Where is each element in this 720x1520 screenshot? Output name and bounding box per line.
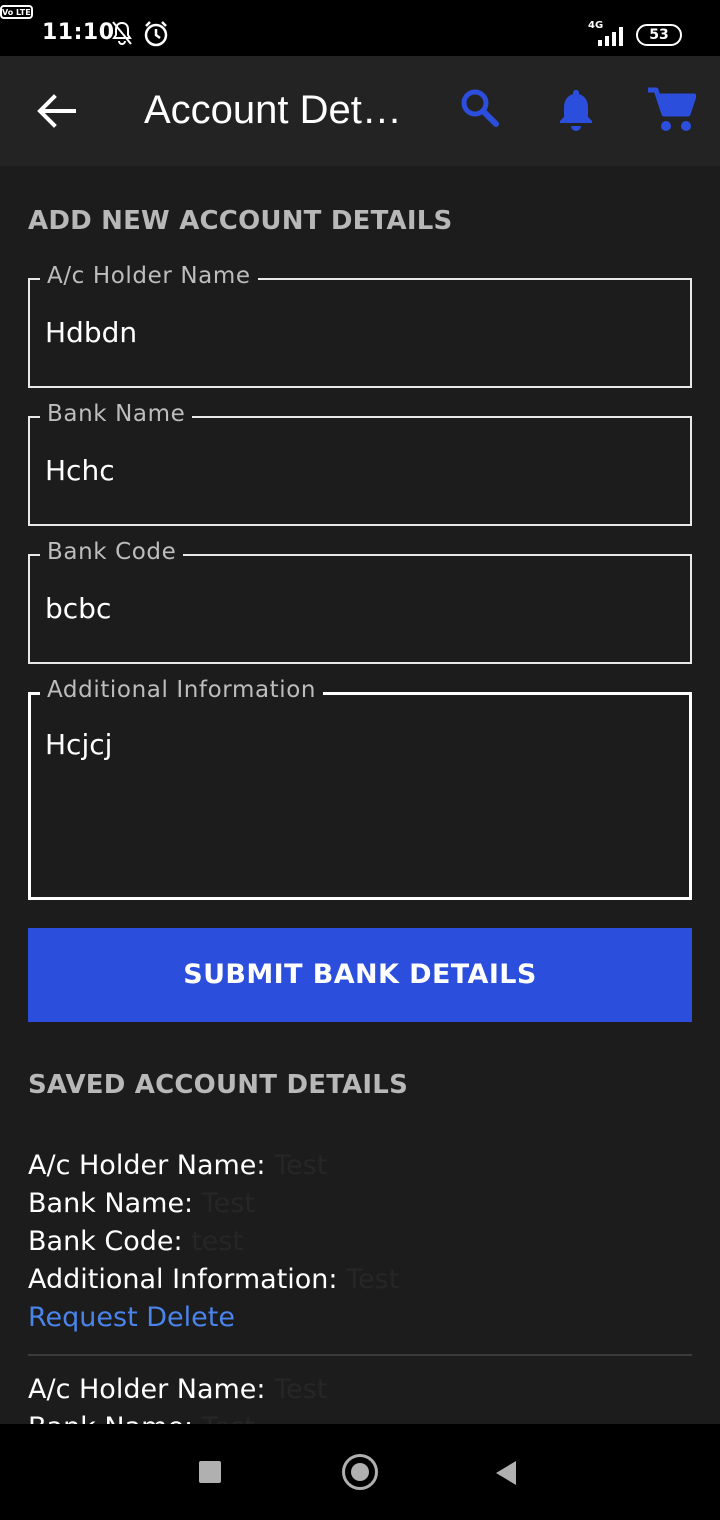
search-button[interactable] bbox=[458, 86, 502, 134]
back-triangle-icon[interactable] bbox=[494, 1459, 518, 1491]
saved-divider bbox=[28, 1354, 692, 1356]
status-bar: 11:10 Vo LTE 4G 53 bbox=[0, 0, 720, 56]
bank-code-value: bcbc bbox=[45, 592, 112, 625]
submit-bank-details-button[interactable]: SUBMIT BANK DETAILS bbox=[28, 928, 692, 1022]
cart-button[interactable] bbox=[646, 86, 697, 138]
saved-holder-label: A/c Holder Name: bbox=[28, 1150, 266, 1181]
saved-bank-line: Bank Name: Test bbox=[28, 1188, 255, 1219]
saved-code-line: Bank Code: test bbox=[28, 1226, 243, 1257]
saved-info-label: Additional Information: bbox=[28, 1264, 338, 1295]
saved-bank-label: Bank Name: bbox=[28, 1412, 193, 1424]
holder-name-label: A/c Holder Name bbox=[40, 263, 258, 289]
account-details-content: ADD NEW ACCOUNT DETAILS A/c Holder Name … bbox=[0, 166, 720, 1424]
volte-badge: Vo LTE bbox=[0, 5, 33, 19]
signal-icon bbox=[596, 26, 628, 50]
saved-code-value: test bbox=[191, 1226, 244, 1257]
saved-account-section-title: SAVED ACCOUNT DETAILS bbox=[28, 1070, 408, 1100]
bank-code-field[interactable]: Bank Code bcbc bbox=[28, 539, 692, 664]
page-title: Account Details bbox=[144, 88, 419, 132]
saved-bank-line: Bank Name: Test bbox=[28, 1412, 255, 1424]
saved-bank-label: Bank Name: bbox=[28, 1188, 194, 1219]
holder-name-field[interactable]: A/c Holder Name Hdbdn bbox=[28, 263, 692, 388]
saved-bank-value: Test bbox=[201, 1188, 255, 1219]
alarm-icon bbox=[143, 20, 169, 52]
search-icon bbox=[461, 89, 499, 127]
saved-info-line: Additional Information: Test bbox=[28, 1264, 399, 1295]
add-account-section-title: ADD NEW ACCOUNT DETAILS bbox=[28, 206, 453, 236]
bell-icon bbox=[560, 90, 592, 131]
cart-icon bbox=[648, 87, 697, 131]
additional-info-value: Hcjcj bbox=[45, 728, 113, 761]
system-nav-bar bbox=[0, 1424, 720, 1520]
saved-info-value: Test bbox=[346, 1264, 400, 1295]
saved-holder-label: A/c Holder Name: bbox=[28, 1374, 266, 1405]
holder-name-value: Hdbdn bbox=[45, 316, 138, 349]
recents-square-icon[interactable] bbox=[199, 1461, 221, 1483]
saved-bank-value: Test bbox=[202, 1412, 255, 1424]
bank-code-label: Bank Code bbox=[40, 539, 184, 565]
bank-name-field[interactable]: Bank Name Hchc bbox=[28, 401, 692, 526]
bell-off-icon bbox=[110, 20, 134, 50]
back-arrow-icon bbox=[37, 94, 76, 128]
additional-info-label: Additional Information bbox=[40, 677, 324, 703]
saved-holder-value: Test bbox=[274, 1374, 328, 1405]
status-time: 11:10 bbox=[42, 20, 115, 45]
saved-holder-line: A/c Holder Name: Test bbox=[28, 1150, 327, 1181]
app-bar: Account Details bbox=[0, 56, 720, 166]
notifications-button[interactable] bbox=[554, 86, 598, 138]
saved-code-label: Bank Code: bbox=[28, 1226, 183, 1257]
request-delete-link[interactable]: Request Delete bbox=[28, 1302, 235, 1333]
back-button[interactable] bbox=[34, 91, 78, 131]
bank-name-label: Bank Name bbox=[40, 401, 193, 427]
battery-indicator: 53 bbox=[636, 24, 682, 46]
additional-info-field[interactable]: Additional Information Hcjcj bbox=[28, 677, 692, 900]
saved-holder-line: A/c Holder Name: Test bbox=[28, 1374, 327, 1405]
bank-name-value: Hchc bbox=[45, 454, 115, 487]
saved-holder-value: Test bbox=[274, 1150, 328, 1181]
home-circle-icon[interactable] bbox=[342, 1454, 378, 1490]
